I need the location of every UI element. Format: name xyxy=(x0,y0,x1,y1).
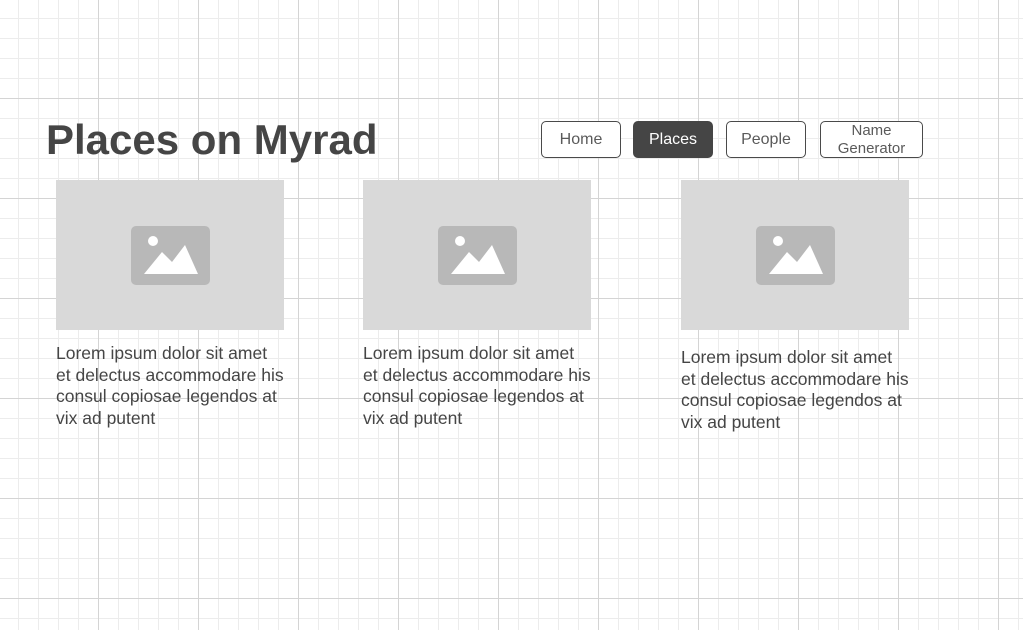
card-description: Lorem ipsum dolor sit amet et delectus a… xyxy=(56,343,284,428)
place-card: Lorem ipsum dolor sit amet et delectus a… xyxy=(681,180,909,433)
card-image-placeholder xyxy=(681,180,909,330)
card-description: Lorem ipsum dolor sit amet et delectus a… xyxy=(363,343,591,428)
nav-home-button[interactable]: Home xyxy=(541,121,621,158)
place-card: Lorem ipsum dolor sit amet et delectus a… xyxy=(363,180,591,429)
nav-people-button[interactable]: People xyxy=(726,121,806,158)
image-placeholder-icon xyxy=(437,225,517,285)
card-description: Lorem ipsum dolor sit amet et delectus a… xyxy=(681,347,909,432)
main-nav: Home Places People Name Generator xyxy=(0,121,1023,161)
card-image-placeholder xyxy=(363,180,591,330)
image-placeholder-icon xyxy=(130,225,210,285)
nav-places-button[interactable]: Places xyxy=(633,121,713,158)
card-image-placeholder xyxy=(56,180,284,330)
place-card: Lorem ipsum dolor sit amet et delectus a… xyxy=(56,180,284,429)
nav-name-generator-button[interactable]: Name Generator xyxy=(820,121,923,158)
image-placeholder-icon xyxy=(755,225,835,285)
